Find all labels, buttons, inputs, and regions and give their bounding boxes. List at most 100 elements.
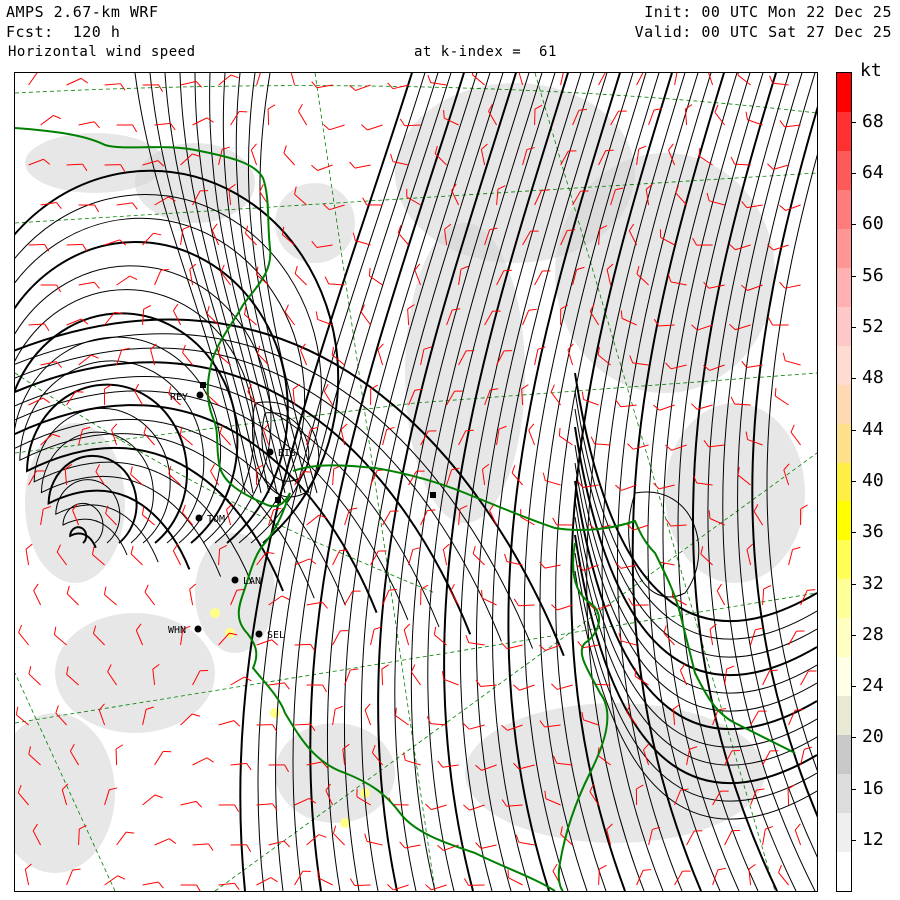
barb-flag <box>283 145 287 154</box>
barb-shaft <box>24 869 30 886</box>
barb-flag <box>685 104 693 110</box>
wind-barb <box>33 583 42 606</box>
level-value: 61 <box>539 44 557 60</box>
colorbar-segment <box>837 462 851 502</box>
barb-shaft <box>594 443 611 446</box>
barb-flag <box>726 665 735 670</box>
barb-flag <box>433 626 437 635</box>
barb-shaft <box>18 632 29 646</box>
wind-barb <box>442 543 450 566</box>
barb-shaft <box>66 869 73 886</box>
barb-shaft <box>28 243 45 246</box>
barb-shaft <box>370 629 375 646</box>
high-wind-spot <box>270 708 280 718</box>
barb-shaft <box>115 748 118 766</box>
wind-barb <box>381 664 389 686</box>
colorbar-label: 60 <box>862 213 884 235</box>
wind-barb <box>332 705 343 726</box>
wind-barb <box>788 546 801 566</box>
station-label: SEL <box>267 630 285 641</box>
barb-shaft <box>294 723 311 726</box>
barb-shaft <box>724 669 728 686</box>
colorbar-label: 68 <box>862 110 884 132</box>
valid-label: Valid: <box>634 23 692 41</box>
station-label: TOM <box>207 514 225 525</box>
barb-flag <box>464 878 470 886</box>
barb-shaft <box>442 549 448 566</box>
barb-flag <box>144 584 149 593</box>
barb-flag <box>643 869 652 871</box>
barb-flag <box>310 644 316 652</box>
colorbar-segment <box>837 579 851 619</box>
wind-barb <box>636 73 645 86</box>
barb-shaft <box>382 510 391 526</box>
barb-shaft <box>679 670 688 686</box>
barb-shaft <box>180 800 197 806</box>
barb-flag <box>318 834 327 838</box>
barb-shaft <box>306 834 320 846</box>
wind-barb <box>192 757 214 766</box>
barb-flag <box>552 517 558 526</box>
barb-flag <box>552 863 558 872</box>
barb-flag <box>748 863 756 870</box>
wind-barb <box>115 744 124 766</box>
barb-flag <box>18 624 23 633</box>
barb-flag <box>321 601 328 609</box>
barb-shaft <box>408 549 414 566</box>
barb-shaft <box>192 843 209 846</box>
wind-barb <box>349 878 371 887</box>
barb-flag <box>349 161 356 169</box>
barb-flag <box>130 545 134 554</box>
barb-shaft <box>750 710 760 726</box>
barb-flag <box>768 317 774 326</box>
valid-value: 00 UTC Sat 27 Dec 25 <box>701 23 892 41</box>
barb-flag <box>471 73 475 75</box>
wind-barb <box>648 108 663 126</box>
barb-shaft <box>268 682 285 686</box>
barb-flag <box>779 204 786 211</box>
barb-shaft <box>192 757 208 766</box>
level-label: at k-index = <box>414 44 522 60</box>
station-label: LAN <box>243 576 261 587</box>
barb-shaft <box>469 724 485 730</box>
barb-flag <box>465 634 470 643</box>
barb-flag <box>364 833 368 842</box>
barb-shaft <box>116 349 123 366</box>
barb-flag <box>763 585 772 590</box>
colorbar-segment <box>837 813 851 853</box>
barb-flag <box>284 682 290 690</box>
wind-barb <box>180 884 202 891</box>
barb-flag <box>334 705 343 710</box>
fcst-value: 120 h <box>72 23 121 41</box>
barb-flag <box>247 384 252 392</box>
barb-shaft <box>268 840 285 846</box>
wind-barb <box>737 73 751 86</box>
barb-shaft <box>443 678 459 686</box>
station-marker <box>275 497 281 503</box>
barb-shaft <box>294 870 304 886</box>
wind-barb <box>539 561 561 569</box>
barb-shaft <box>154 838 170 846</box>
station-dot <box>195 514 203 522</box>
barb-shaft <box>218 720 235 726</box>
terrain-blob <box>665 403 805 583</box>
barb-shaft <box>289 73 296 86</box>
colorbar-tick <box>851 121 856 123</box>
wind-barb <box>142 881 164 889</box>
barb-shaft <box>16 714 29 726</box>
wind-barb <box>465 634 485 646</box>
barb-shaft <box>403 629 410 646</box>
colorbar-tick <box>851 737 856 739</box>
barb-shaft <box>788 549 794 566</box>
barb-shaft <box>762 829 766 846</box>
barb-shaft <box>734 163 751 166</box>
barb-flag <box>390 153 394 162</box>
high-wind-spot <box>340 818 350 828</box>
barb-shaft <box>472 74 485 86</box>
wind-barb <box>420 584 429 606</box>
wind-barb <box>615 399 637 408</box>
barb-flag <box>37 73 46 74</box>
colorbar-tick <box>851 840 856 841</box>
barb-flag <box>782 352 786 361</box>
wind-barb <box>762 750 779 766</box>
